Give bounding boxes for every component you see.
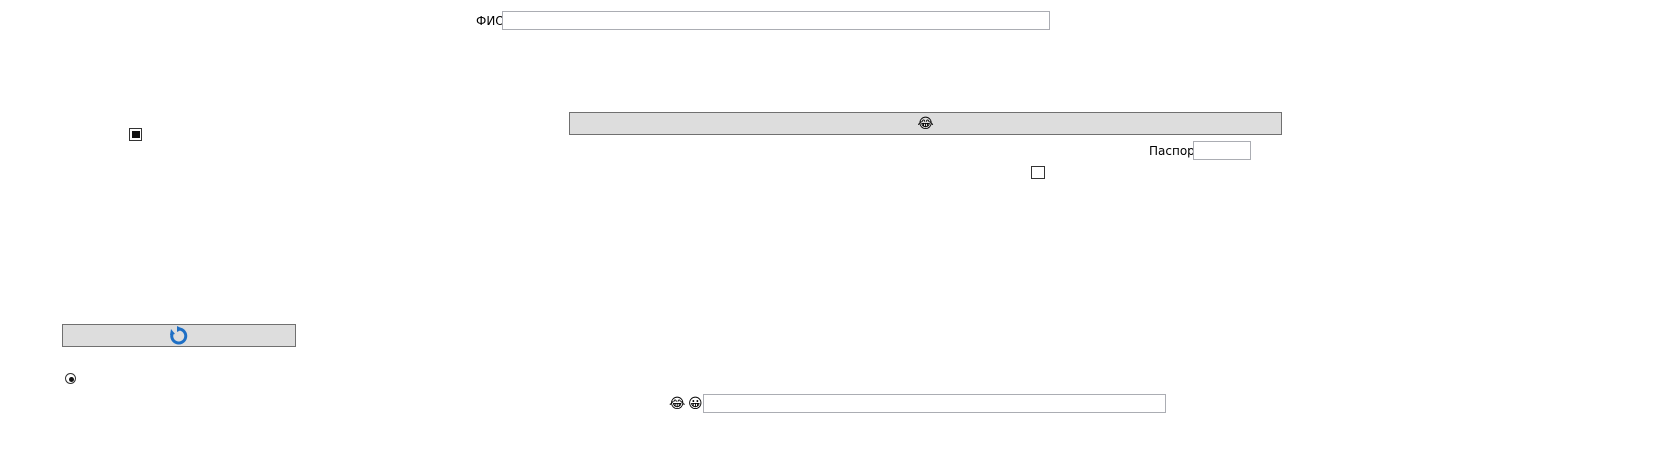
refresh-button[interactable] bbox=[62, 324, 296, 347]
indeterminate-mark-icon bbox=[132, 131, 140, 138]
unchecked-checkbox[interactable] bbox=[1031, 166, 1045, 179]
fio-label: ФИО bbox=[476, 14, 505, 28]
bottom-text-input[interactable] bbox=[703, 394, 1166, 413]
refresh-icon bbox=[169, 325, 189, 346]
grinning-emoji-icon: 😀 bbox=[688, 396, 703, 412]
selected-radio-button[interactable] bbox=[65, 373, 76, 384]
laughing-tears-emoji-icon: 😂 bbox=[669, 396, 686, 412]
radio-dot-icon bbox=[69, 377, 74, 382]
indeterminate-checkbox[interactable] bbox=[129, 128, 142, 141]
laughing-tears-emoji-icon: 😂 bbox=[917, 115, 934, 132]
passport-input[interactable] bbox=[1193, 141, 1251, 160]
fio-input[interactable] bbox=[502, 11, 1050, 30]
emoji-wide-button[interactable]: 😂 bbox=[569, 112, 1282, 135]
